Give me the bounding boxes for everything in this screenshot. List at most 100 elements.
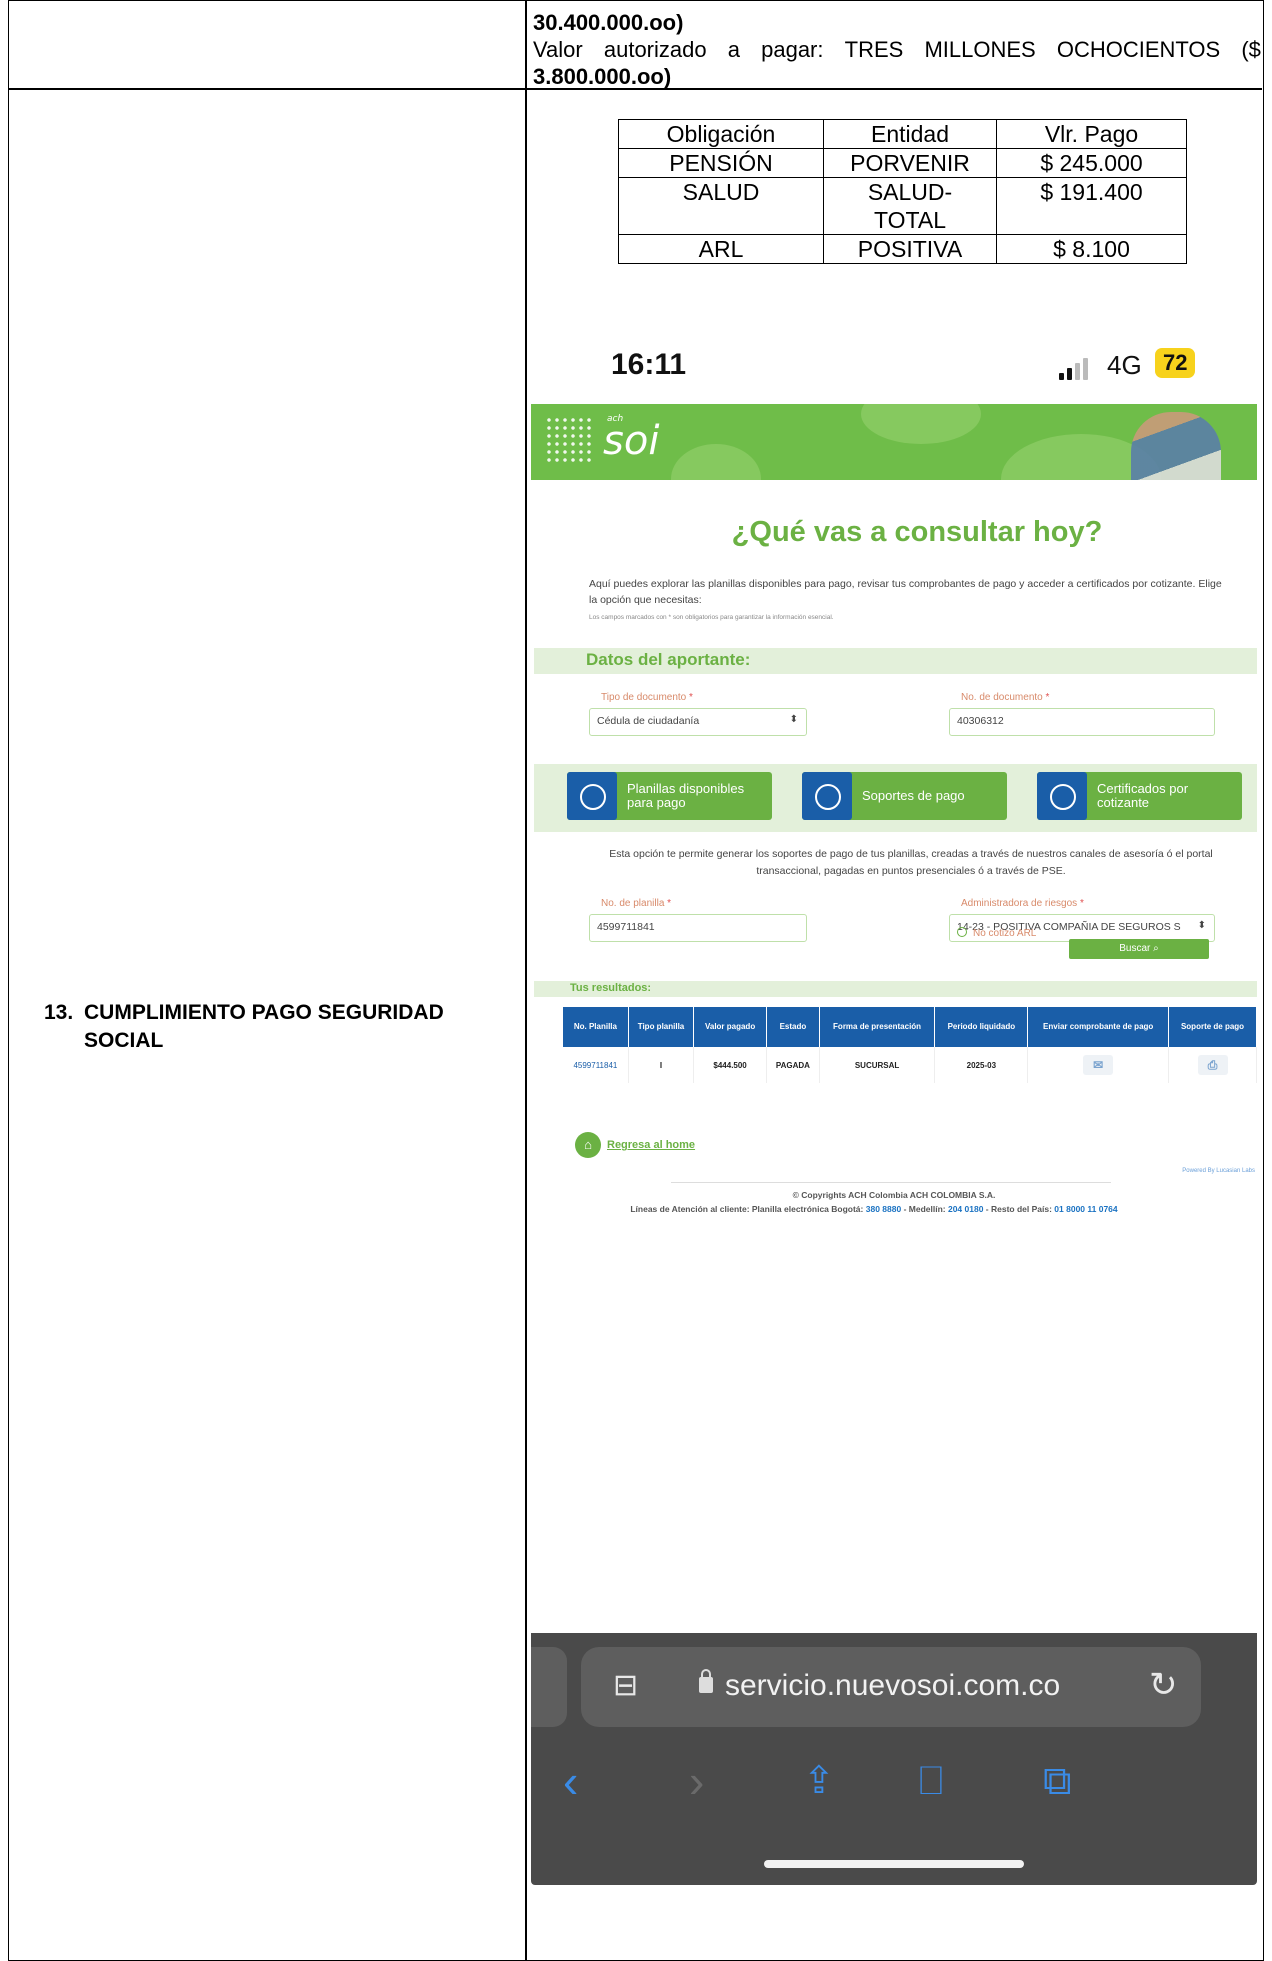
table-row: 4599711841 I $444.500 PAGADA SUCURSAL 20… [563,1047,1257,1083]
word: TRES [844,37,904,62]
support-cell: ⎙ [1168,1047,1257,1083]
results-title: Tus resultados: [570,982,652,994]
logo-dots-icon [545,416,595,466]
table-cell: SALUD [618,177,824,235]
table-cell: PENSIÓN [618,148,824,178]
intro-text: Aquí puedes explorar las planillas dispo… [589,578,1222,606]
word: OCHOCIENTOS [1056,37,1221,62]
table-cell: ARL [618,234,824,264]
header-cell: Forma de presentación [819,1007,936,1047]
select-caret-icon: ⬍ [1197,920,1206,931]
forward-icon[interactable]: › [689,1751,704,1811]
tabs-icon[interactable]: ⧉ [1043,1751,1072,1811]
signal-icon [1059,354,1088,380]
table-row: PENSIÓN PORVENIR $ 245.000 [618,148,1187,178]
obligations-table: Obligación Entidad Vlr. Pago PENSIÓN POR… [618,119,1187,264]
table-cell: 2025-03 [934,1047,1029,1083]
soi-logo[interactable]: ach soi [603,414,660,464]
table-row: SALUD SALUD- TOTAL $ 191.400 [618,177,1187,235]
certificados-button[interactable]: Certificados por cotizante [1037,772,1242,820]
aportante-band: Datos del aportante: [534,648,1257,674]
send-receipt-cell: ✉ [1027,1047,1170,1083]
phone-link[interactable]: 204 0180 [948,1204,983,1214]
reload-icon[interactable]: ↻ [1149,1665,1178,1705]
header-cell: Estado [766,1007,820,1047]
table-cell: $444.500 [693,1047,768,1083]
section-title: 13. CUMPLIMIENTO PAGO SEGURIDAD SOCIAL [44,999,514,1055]
section-number: 13. [44,1001,74,1024]
checkbox-label: No cotizo ARL [973,928,1037,939]
prior-amount: 30.400.000.oo) [533,10,684,35]
word: ($ [1241,37,1261,62]
lock-icon [699,1669,713,1693]
table-cell: $ 8.100 [996,234,1187,264]
table-cell: POSITIVA [823,234,997,264]
planillas-disponibles-button[interactable]: Planillas disponibles para pago [567,772,772,820]
table-cell: I [628,1047,695,1083]
doc-number-value: 40306312 [957,715,1004,727]
results-header-row: No. Planilla Tipo planilla Valor pagado … [563,1007,1257,1047]
phone-link[interactable]: 380 8880 [866,1204,901,1214]
battery-icon: 72 [1155,348,1196,378]
table-row: ARL POSITIVA $ 8.100 [618,234,1187,264]
header-cell: Entidad [823,119,997,149]
doc-type-select[interactable]: Cédula de ciudadanía ⬍ [589,708,807,736]
payment-authorization-text: 30.400.000.oo) Valor autorizado a pagar:… [533,9,1261,90]
table-cell: SALUD- TOTAL [823,177,997,235]
banner-illustration [1131,412,1221,480]
back-icon[interactable]: ‹ [563,1751,578,1811]
table-cell: $ 245.000 [996,148,1187,178]
section-title-line1: CUMPLIMIENTO PAGO SEGURIDAD [84,1001,444,1024]
logo-small-text: ach [607,414,624,424]
doc-number-input[interactable]: 40306312 [949,708,1215,736]
header-cell: Soporte de pago [1168,1007,1257,1047]
bookmarks-icon[interactable]: ⎕ [919,1751,943,1811]
word: Valor [533,37,583,62]
home-link-label: Regresa al home [607,1139,696,1151]
header-cell: Tipo planilla [628,1007,695,1047]
header-cell: Periodo liquidado [934,1007,1029,1047]
phone-link[interactable]: 01 8000 11 0764 [1054,1204,1117,1214]
aportante-title: Datos del aportante: [586,650,751,669]
envelope-icon[interactable]: ✉ [1083,1055,1114,1075]
section-title-line2: SOCIAL [84,1029,164,1052]
previous-tab-edge[interactable] [531,1647,567,1727]
browser-nav: ‹ › ⇪ ⎕ ⧉ [531,1751,1257,1811]
powered-by: Powered By Lucasian Labs [1182,1168,1255,1174]
footer-divider [671,1182,1111,1183]
header-cell: Enviar comprobante de pago [1027,1007,1170,1047]
reader-icon[interactable]: ⊟ [613,1669,641,1703]
address-bar[interactable]: ⊟ servicio.nuevosoi.com.co ↻ [581,1647,1201,1727]
certificate-icon [1037,772,1087,820]
home-icon: ⌂ [575,1132,601,1158]
document-icon[interactable]: ⎙ [1197,1055,1228,1075]
planilla-link[interactable]: 4599711841 [563,1047,629,1083]
logo-text: soi [603,418,660,464]
browser-toolbar: ⊟ servicio.nuevosoi.com.co ↻ ‹ › ⇪ ⎕ ⧉ [531,1633,1257,1885]
share-icon[interactable]: ⇪ [803,1751,835,1811]
clock: 16:11 [611,348,687,381]
button-label: Certificados por cotizante [1097,781,1189,810]
table-cell: PAGADA [766,1047,820,1083]
radio-icon [957,927,967,937]
status-bar: 16:11 4G 72 [531,330,1257,402]
soportes-pago-button[interactable]: Soportes de pago [802,772,1007,820]
table-cell: SUCURSAL [819,1047,936,1083]
table-cell: PORVENIR [823,148,997,178]
home-link[interactable]: ⌂ Regresa al home [575,1132,695,1158]
table-header-row: Obligación Entidad Vlr. Pago [618,119,1187,149]
header-cell: No. Planilla [563,1007,629,1047]
select-caret-icon: ⬍ [789,714,798,725]
page-title: ¿Qué vas a consultar hoy? [731,516,1103,548]
button-label: Soportes de pago [862,788,965,803]
buscar-button[interactable]: Buscar ⌕ [1069,939,1209,959]
doc-type-label: Tipo de documento * [601,692,693,703]
contact-lines: Líneas de Atención al cliente: Planilla … [630,1204,1118,1214]
no-cotizo-arl-checkbox[interactable]: No cotizo ARL [957,927,1036,939]
url-text[interactable]: servicio.nuevosoi.com.co [725,1669,1060,1703]
planilla-input[interactable]: 4599711841 [589,914,807,942]
home-indicator [764,1860,1024,1868]
results-band: Tus resultados: [534,981,1257,997]
option-description: Esta opción te permite generar los sopor… [609,848,1213,877]
header-cell: Vlr. Pago [996,119,1187,149]
